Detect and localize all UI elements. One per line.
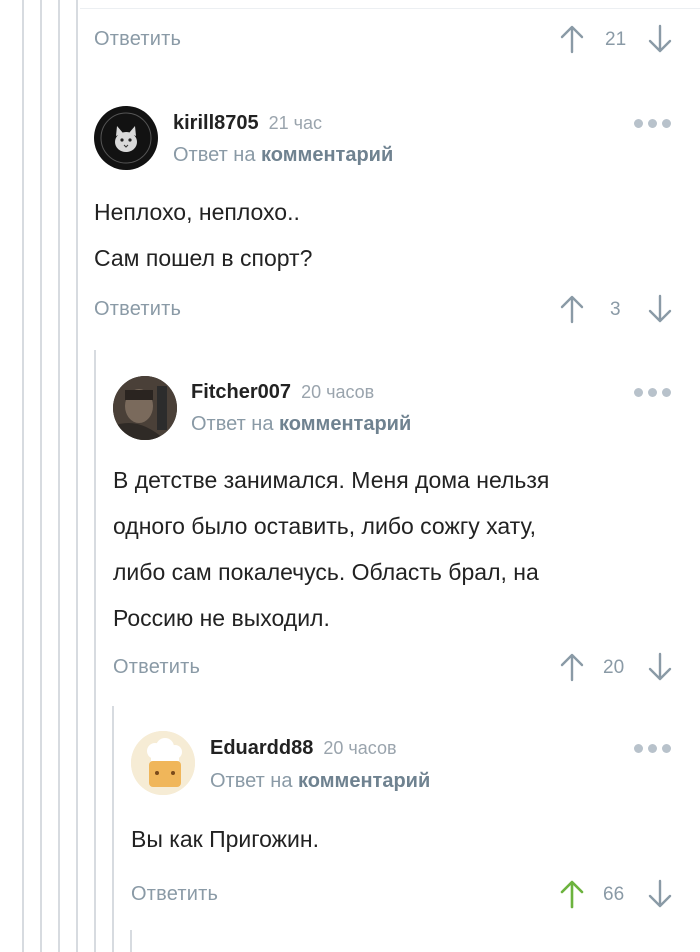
thread-line-6[interactable]	[112, 706, 114, 952]
comment-line: Неплохо, неплохо..	[94, 199, 300, 225]
reply-to: Ответ на комментарий	[191, 413, 411, 436]
arrow-down-icon[interactable]	[648, 652, 672, 682]
parent-comment-link[interactable]: комментарий	[261, 144, 393, 166]
username[interactable]: Fitcher007	[191, 381, 291, 403]
reply-to: Ответ на комментарий	[210, 770, 430, 793]
comment-line: одного было оставить, либо сожгу хату,	[113, 513, 537, 539]
avatar[interactable]	[94, 106, 158, 170]
more-dots-icon[interactable]	[634, 119, 671, 128]
comment-line: Вы как Пригожин.	[131, 826, 319, 852]
reply-button[interactable]: Ответить	[131, 883, 218, 906]
vote-count: 3	[610, 299, 621, 320]
comment-header: Fitcher007 20 часов	[191, 381, 374, 404]
username[interactable]: Eduardd88	[210, 737, 313, 759]
reply-button[interactable]: Ответить	[94, 298, 181, 321]
timestamp: 21 час	[268, 113, 323, 133]
reply-to: Ответ на комментарий	[173, 144, 393, 167]
avatar[interactable]	[113, 376, 177, 440]
avatar[interactable]	[131, 731, 195, 795]
comment-line: Россию не выходил.	[113, 605, 330, 631]
reply-to-prefix: Ответ на	[210, 770, 293, 792]
arrow-up-icon[interactable]	[560, 879, 584, 909]
username[interactable]: kirill8705	[173, 112, 259, 134]
comment-text: Вы как Пригожин.	[131, 816, 319, 862]
vote-count: 66	[603, 884, 625, 905]
thread-line-5[interactable]	[94, 350, 96, 952]
timestamp: 20 часов	[301, 382, 375, 402]
chef-avatar-icon	[131, 731, 195, 795]
arrow-down-icon[interactable]	[648, 879, 672, 909]
comment-header: Eduardd88 20 часов	[210, 737, 397, 760]
thread-line-7[interactable]	[130, 930, 132, 952]
arrow-down-icon[interactable]	[648, 294, 672, 324]
thread-line-1[interactable]	[22, 0, 24, 952]
reply-to-prefix: Ответ на	[191, 413, 274, 435]
parent-comment-link[interactable]: комментарий	[298, 770, 430, 792]
parent-comment-link[interactable]: комментарий	[279, 413, 411, 435]
reply-button[interactable]: Ответить	[113, 656, 200, 679]
comment-line: В детстве занимался. Меня дома нельзя	[113, 467, 550, 493]
comment-line: Сам пошел в спорт?	[94, 245, 313, 271]
comment-text: В детстве занимался. Меня дома нельзя од…	[113, 457, 549, 641]
vote-count: 20	[603, 657, 625, 678]
arrow-up-icon[interactable]	[560, 24, 584, 54]
comment-header: kirill8705 21 час	[173, 112, 322, 135]
thread-line-2[interactable]	[40, 0, 42, 952]
thread-line-3[interactable]	[58, 0, 60, 952]
comment-line: либо сам покалечусь. Область брал, на	[113, 559, 539, 585]
arrow-down-icon[interactable]	[648, 24, 672, 54]
arrow-up-icon[interactable]	[560, 294, 584, 324]
user-photo-icon	[113, 376, 177, 440]
reply-button[interactable]: Ответить	[94, 28, 181, 51]
timestamp: 20 часов	[323, 738, 397, 758]
reply-to-prefix: Ответ на	[173, 144, 256, 166]
more-dots-icon[interactable]	[634, 388, 671, 397]
vote-count: 21	[605, 29, 627, 50]
divider	[80, 8, 700, 9]
comment-text: Неплохо, неплохо.. Сам пошел в спорт?	[94, 189, 312, 281]
cat-avatar-icon	[95, 107, 157, 169]
arrow-up-icon[interactable]	[560, 652, 584, 682]
more-dots-icon[interactable]	[634, 744, 671, 753]
thread-line-4[interactable]	[76, 0, 78, 952]
